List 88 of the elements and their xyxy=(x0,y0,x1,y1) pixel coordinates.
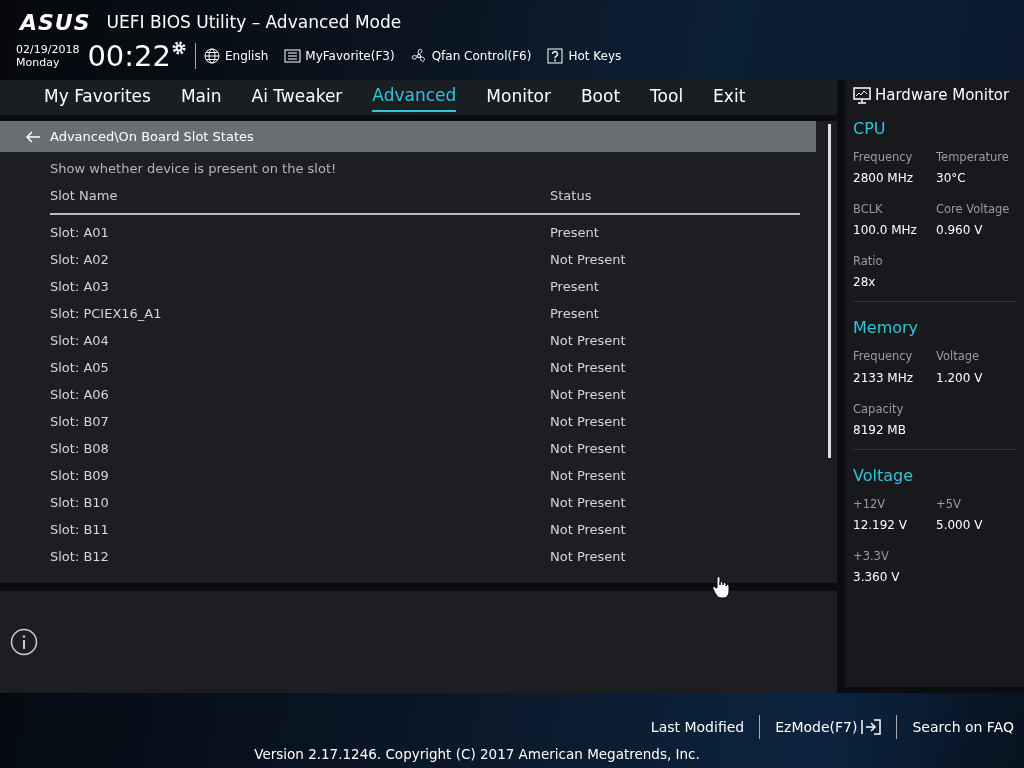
copyright-text: Version 2.17.1246. Copyright (C) 2017 American Megatrends, Inc. xyxy=(253,745,701,764)
metric-value: 3.360 V xyxy=(853,569,901,587)
metric-label: Ratio xyxy=(853,253,884,270)
menu-tab[interactable]: Exit xyxy=(713,83,746,112)
scrollbar[interactable] xyxy=(828,124,831,458)
slot-status: Not Present xyxy=(550,359,626,378)
panel-title: Hardware Monitor xyxy=(875,85,1010,106)
exit-icon xyxy=(861,719,882,735)
menu-tab[interactable]: Boot xyxy=(580,83,621,112)
slot-name: Slot: B09 xyxy=(50,467,110,486)
slot-status: Present xyxy=(550,278,599,297)
toolbar-button[interactable]: Hot Keys xyxy=(547,47,622,65)
slot-name: Slot: B08 xyxy=(50,440,110,459)
slot-name: Slot: A01 xyxy=(50,224,110,243)
slot-name: Slot: B10 xyxy=(50,494,110,513)
metric-label: Temperature xyxy=(936,148,1010,166)
fan-icon xyxy=(410,48,428,64)
slot-status: Not Present xyxy=(550,386,626,405)
footer-link[interactable]: Search on FAQ xyxy=(912,716,1014,738)
metric-label: Capacity xyxy=(853,400,905,418)
toolbar-button[interactable]: English xyxy=(204,47,269,65)
metric-value: 8192 MB xyxy=(853,421,907,439)
metric-value: 12.192 V xyxy=(853,517,908,534)
slot-status: Present xyxy=(550,224,599,243)
slot-name: Slot: A02 xyxy=(50,251,110,270)
metric-value: 30°C xyxy=(936,169,967,187)
column-header: Slot Name xyxy=(50,186,119,205)
slot-name: Slot: A03 xyxy=(50,278,110,297)
metric-value: 5.000 V xyxy=(936,517,984,534)
help-icon xyxy=(547,48,565,64)
metric-value: 1.200 V xyxy=(936,369,984,387)
info-icon xyxy=(10,628,38,656)
slot-name: Slot: B07 xyxy=(50,413,110,432)
footer-link[interactable]: EzMode(F7) xyxy=(775,716,882,738)
metric-label: Frequency xyxy=(853,348,914,366)
globe-icon xyxy=(204,48,221,64)
metric-label: Voltage xyxy=(936,348,981,366)
toolbar-button[interactable]: MyFavorite(F3) xyxy=(284,47,395,65)
breadcrumb-text: Advanced\On Board Slot States xyxy=(50,127,254,146)
back-arrow-icon[interactable] xyxy=(25,130,41,143)
slot-status: Not Present xyxy=(550,413,626,432)
menu-tab[interactable]: Advanced xyxy=(372,82,457,113)
metric-label: +12V xyxy=(853,495,887,513)
toolbar-button[interactable]: Qfan Control(F6) xyxy=(410,47,532,65)
menu-tab[interactable]: Main xyxy=(180,83,222,112)
slot-status: Not Present xyxy=(550,521,626,540)
logo: ASUS xyxy=(20,11,91,34)
slot-status: Not Present xyxy=(550,440,626,459)
metric-label: +3.3V xyxy=(853,548,890,565)
slot-name: Slot: A04 xyxy=(50,332,110,351)
date-text: 02/19/2018 xyxy=(16,42,80,56)
metric-value: 100.0 MHz xyxy=(853,222,918,239)
slot-name: Slot: B11 xyxy=(50,521,110,540)
slot-name: Slot: A06 xyxy=(50,386,110,405)
section-title: Memory xyxy=(853,317,920,340)
section-title: CPU xyxy=(853,117,887,140)
slot-status: Not Present xyxy=(550,251,626,270)
metric-label: Frequency xyxy=(853,148,914,166)
menu-tab[interactable]: My Favorites xyxy=(44,83,151,112)
hand-cursor-icon xyxy=(711,575,731,599)
gear-icon xyxy=(171,39,187,56)
menu-tab[interactable]: Tool xyxy=(650,83,684,112)
slot-name: Slot: PCIEX16_A1 xyxy=(50,305,163,324)
slot-status: Not Present xyxy=(550,467,626,486)
footer-link[interactable]: Last Modified xyxy=(650,716,745,738)
slot-status: Present xyxy=(550,305,599,324)
description-text: Show whether device is present on the slot! xyxy=(50,160,338,178)
section-title: Voltage xyxy=(853,464,914,487)
metric-value: 2133 MHz xyxy=(853,369,915,387)
column-header: Status xyxy=(550,186,592,205)
metric-value: 2800 MHz xyxy=(853,169,915,187)
metric-label: BCLK xyxy=(853,200,884,218)
clock-time: 00:22 xyxy=(87,41,171,71)
metric-value: 0.960 V xyxy=(936,222,984,239)
list-icon xyxy=(284,48,302,64)
slot-name: Slot: B12 xyxy=(50,548,110,567)
menu-tab[interactable]: Monitor xyxy=(486,83,551,112)
slot-status: Not Present xyxy=(550,494,626,513)
slot-name: Slot: A05 xyxy=(50,359,110,378)
monitor-icon xyxy=(853,86,871,104)
metric-label: Core Voltage xyxy=(936,200,1011,218)
metric-value: 28x xyxy=(853,274,877,292)
weekday-text: Monday xyxy=(16,56,61,70)
menu-tab[interactable]: Ai Tweaker xyxy=(251,83,343,112)
window-title: UEFI BIOS Utility – Advanced Mode xyxy=(106,11,402,34)
metric-label: +5V xyxy=(936,495,962,513)
slot-status: Not Present xyxy=(550,332,626,351)
slot-status: Not Present xyxy=(550,548,626,567)
